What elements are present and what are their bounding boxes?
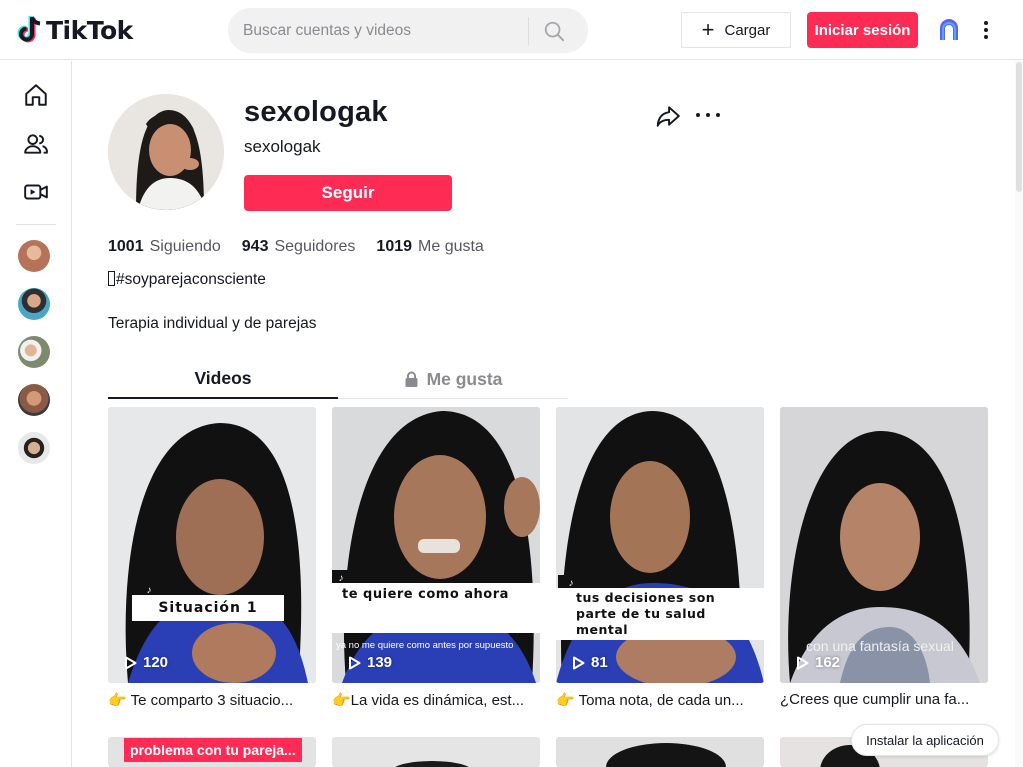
profile-username: sexologak — [244, 96, 388, 128]
profile-nickname: sexologak — [244, 137, 321, 156]
play-icon — [573, 656, 585, 669]
more-horizontal-icon[interactable] — [696, 112, 720, 118]
video-card[interactable]: ♪ Situación 1 120 — [108, 407, 316, 683]
likes-stat: 1019 Me gusta — [376, 238, 483, 256]
view-count: 120 — [124, 654, 168, 671]
followers-count: 943 — [241, 238, 269, 255]
tiktok-note-icon — [17, 16, 41, 43]
view-count: 139 — [348, 654, 392, 671]
video-overlay-text: te quiere como ahora — [332, 583, 540, 633]
video-card[interactable] — [556, 737, 764, 767]
search-icon — [544, 21, 565, 41]
video-overlay-text: tus decisiones son parte de tu salud men… — [556, 588, 764, 640]
missing-glyph-icon — [108, 271, 115, 286]
video-subtitle: ya no me quiere como antes por supuesto — [336, 640, 514, 651]
account-avatar-2[interactable] — [18, 288, 50, 320]
search-button[interactable] — [529, 8, 579, 53]
sidebar — [0, 61, 72, 767]
likes-label: Me gusta — [418, 238, 484, 255]
video-card[interactable]: ♪ tus decisiones son parte de tu salud m… — [556, 407, 764, 683]
video-card[interactable]: con una fantasía sexual 162 — [780, 407, 988, 683]
bio-text: Terapia individual y de parejas — [108, 315, 317, 332]
following-label: Siguiendo — [149, 238, 221, 255]
search-bar — [228, 8, 588, 53]
view-count-value: 81 — [591, 654, 608, 671]
bio-hashtag: #soyparejaconsciente — [116, 271, 266, 288]
video-card[interactable]: ♪ te quiere como ahora ya no me quiere c… — [332, 407, 540, 683]
top-header: TikTok + Cargar Iniciar sesión — [0, 0, 1023, 60]
login-button[interactable]: Iniciar sesión — [807, 12, 918, 48]
search-input[interactable] — [228, 8, 528, 53]
video-caption[interactable]: 👉 Toma nota, de cada un... — [556, 691, 764, 709]
video-subtitle: con una fantasía sexual — [806, 638, 954, 654]
extension-icon[interactable] — [937, 18, 961, 42]
followers-stat[interactable]: 943 Seguidores — [242, 238, 356, 256]
tab-liked[interactable]: Me gusta — [338, 359, 568, 399]
account-avatar-4[interactable] — [18, 384, 50, 416]
upload-button[interactable]: + Cargar — [681, 12, 791, 48]
view-count-value: 139 — [367, 654, 393, 671]
profile-tabs: Videos Me gusta — [108, 359, 568, 399]
account-avatar-1[interactable] — [18, 240, 50, 272]
live-icon[interactable] — [22, 178, 50, 206]
following-count: 1001 — [108, 238, 144, 255]
scrollbar-thumb[interactable] — [1016, 62, 1022, 192]
view-count-value: 162 — [815, 654, 841, 671]
following-icon[interactable] — [22, 130, 50, 158]
upload-label: Cargar — [724, 21, 771, 39]
video-caption[interactable]: 👉La vida es dinámica, est... — [332, 691, 540, 709]
lock-icon — [405, 371, 418, 387]
video-card[interactable]: problema con tu pareja... — [108, 737, 316, 767]
follow-button[interactable]: Seguir — [244, 175, 452, 211]
install-app-button[interactable]: Instalar la aplicación — [851, 724, 999, 756]
video-card[interactable] — [332, 737, 540, 767]
logo-text: TikTok — [46, 15, 133, 45]
home-icon[interactable] — [22, 81, 50, 109]
view-count: 81 — [572, 654, 608, 671]
followers-label: Seguidores — [274, 238, 356, 255]
account-avatar-3[interactable] — [18, 336, 50, 368]
play-icon — [349, 656, 361, 669]
video-caption[interactable]: ¿Crees que cumplir una fa... — [780, 691, 988, 708]
account-avatar-5[interactable] — [18, 432, 50, 464]
view-count: 162 — [796, 654, 840, 671]
profile-stats: 1001 Siguiendo 943 Seguidores 1019 Me gusta — [108, 238, 505, 256]
sidebar-divider — [16, 224, 56, 225]
video-caption[interactable]: 👉 Te comparto 3 situacio... — [108, 691, 316, 709]
share-icon[interactable] — [655, 103, 681, 129]
video-overlay-label: problema con tu pareja... — [124, 738, 302, 762]
view-count-value: 120 — [143, 654, 169, 671]
following-stat[interactable]: 1001 Siguiendo — [108, 238, 221, 256]
play-icon — [797, 656, 809, 669]
profile-avatar — [108, 94, 224, 210]
tab-liked-label: Me gusta — [426, 368, 503, 389]
plus-icon: + — [701, 17, 715, 42]
more-options-icon[interactable] — [978, 18, 994, 42]
video-overlay-text: Situación 1 — [132, 595, 284, 621]
tiktok-logo[interactable]: TikTok — [16, 14, 133, 46]
tab-videos[interactable]: Videos — [108, 359, 338, 399]
play-icon — [125, 656, 137, 669]
likes-count: 1019 — [376, 238, 413, 255]
bio-hashtag-line: #soyparejaconsciente — [108, 271, 266, 289]
